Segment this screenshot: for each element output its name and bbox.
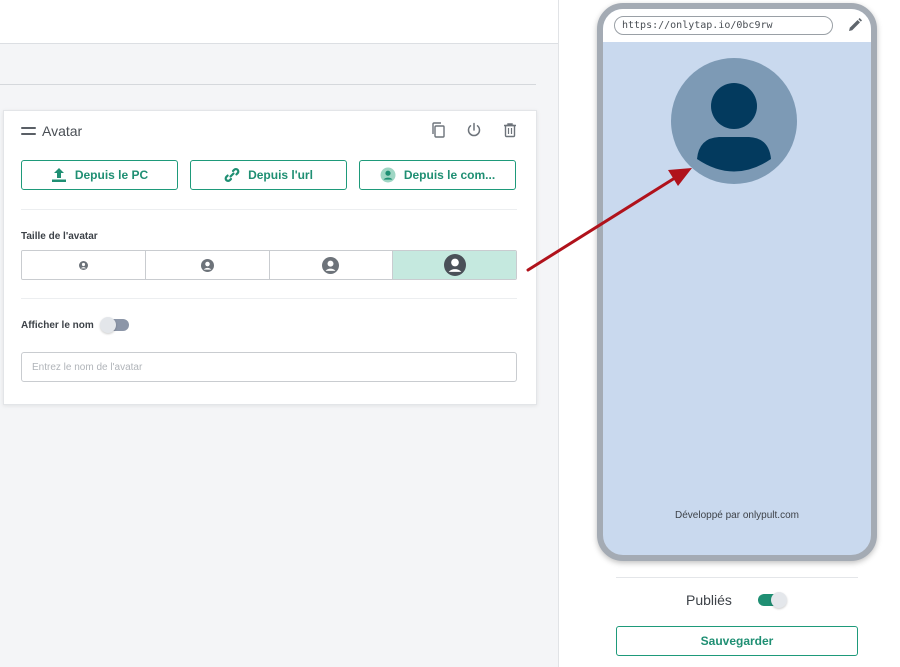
url-field[interactable]: https://onlytap.io/0bc9rw: [614, 16, 833, 35]
from-url-button[interactable]: Depuis l'url: [190, 160, 347, 190]
avatar-block-card: Avatar Depuis le PC Depuis l'url Depuis …: [3, 110, 537, 405]
avatar-image: [671, 58, 797, 184]
user-circle-icon: [322, 256, 340, 274]
top-bar: [0, 0, 558, 44]
divider: [0, 84, 536, 85]
size-option-s[interactable]: [145, 251, 270, 279]
size-option-l[interactable]: [393, 251, 516, 279]
publish-row: Publiés: [686, 592, 787, 608]
pencil-icon[interactable]: [845, 15, 865, 35]
power-icon[interactable]: [464, 120, 484, 140]
from-community-button[interactable]: Depuis le com...: [359, 160, 516, 190]
publish-label: Publiés: [686, 592, 732, 608]
size-option-xs[interactable]: [22, 251, 146, 279]
show-name-row: Afficher le nom: [21, 317, 129, 333]
phone-url-bar: https://onlytap.io/0bc9rw: [603, 9, 871, 42]
user-circle-icon: [443, 254, 466, 276]
preview-panel: https://onlytap.io/0bc9rw Développé par …: [558, 0, 900, 667]
avatar-size-label: Taille de l'avatar: [21, 231, 98, 242]
phone-preview: https://onlytap.io/0bc9rw Développé par …: [597, 3, 877, 561]
footer-credit: Développé par onlypult.com: [675, 510, 799, 521]
user-circle-icon: [78, 260, 88, 270]
size-option-m[interactable]: [269, 251, 394, 279]
drag-handle-icon[interactable]: [21, 127, 36, 135]
user-circle-icon: [200, 258, 214, 272]
show-name-label: Afficher le nom: [21, 319, 94, 331]
trash-icon[interactable]: [500, 120, 520, 140]
user-icon: [697, 83, 771, 172]
from-pc-button[interactable]: Depuis le PC: [21, 160, 178, 190]
show-name-toggle[interactable]: [99, 317, 129, 333]
avatar-size-selector: [21, 250, 517, 280]
copy-icon[interactable]: [428, 120, 448, 140]
source-buttons: Depuis le PC Depuis l'url Depuis le com.…: [21, 160, 516, 190]
from-pc-label: Depuis le PC: [74, 168, 149, 182]
upload-icon: [51, 168, 66, 182]
block-title: Avatar: [42, 123, 83, 139]
divider: [21, 209, 517, 210]
divider: [616, 577, 858, 578]
avatar-name-input[interactable]: [21, 352, 517, 382]
card-header: Avatar: [21, 123, 82, 139]
from-community-label: Depuis le com...: [403, 168, 496, 182]
divider: [21, 298, 517, 299]
save-button[interactable]: Sauvegarder: [616, 626, 858, 656]
card-actions: [428, 120, 520, 140]
link-icon: [224, 168, 240, 182]
from-url-label: Depuis l'url: [248, 168, 313, 182]
publish-toggle[interactable]: [757, 592, 787, 608]
user-circle-icon: [380, 167, 396, 183]
